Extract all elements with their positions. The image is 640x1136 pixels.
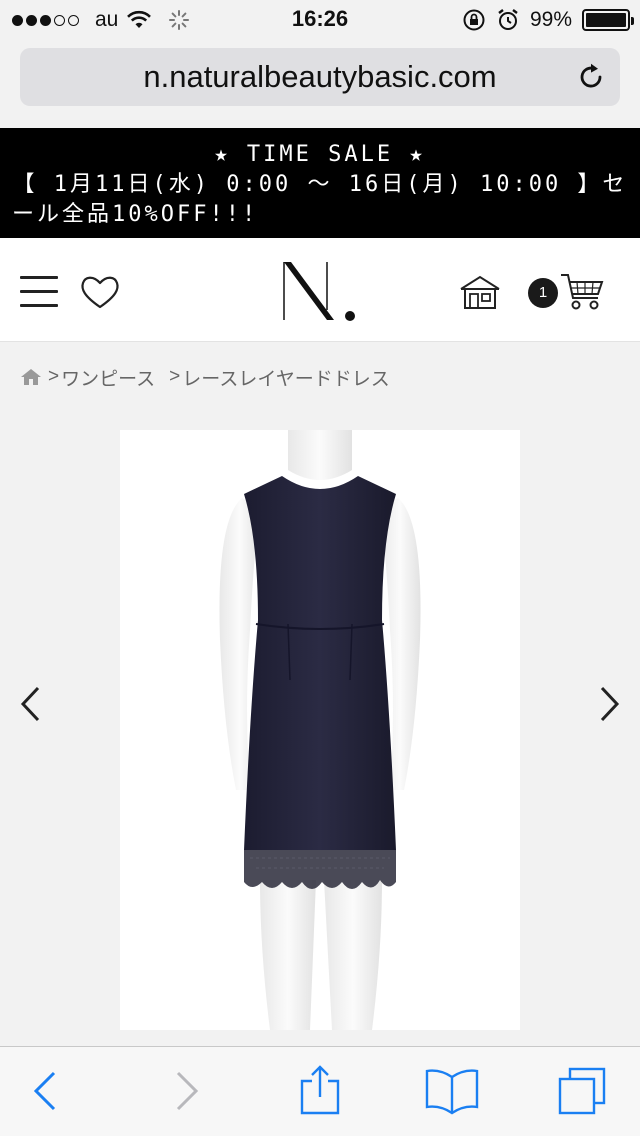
dress-on-mannequin-image (219, 430, 421, 1030)
forward-icon[interactable] (172, 1065, 202, 1117)
banner-dates: 【 1月11日(水) 0:00 〜 16日(月) 10:00 】セ (12, 172, 628, 197)
reload-icon[interactable] (576, 62, 606, 92)
battery-fill (586, 13, 626, 27)
hamburger-line (20, 276, 58, 279)
home-icon[interactable] (20, 367, 42, 387)
cart-count-badge[interactable]: 1 (528, 278, 558, 308)
banner-title: ★ TIME SALE ★ (214, 142, 426, 167)
cart-icon[interactable] (560, 272, 604, 312)
breadcrumb-item[interactable]: レースレイヤードドレス (182, 364, 389, 391)
brand-logo[interactable] (280, 260, 364, 326)
back-icon[interactable] (30, 1065, 60, 1117)
breadcrumb-item[interactable]: ワンピース (61, 364, 155, 391)
hamburger-line (20, 290, 58, 293)
banner-offer: ール全品10%OFF!!! (12, 202, 259, 227)
rotation-lock-icon (463, 9, 485, 31)
product-image[interactable] (120, 430, 520, 1030)
alarm-icon (498, 9, 518, 30)
hamburger-line (20, 304, 58, 307)
sale-banner[interactable]: ★ TIME SALE ★ 【 1月11日(水) 0:00 〜 16日(月) 1… (0, 128, 640, 238)
tabs-icon[interactable] (556, 1065, 608, 1117)
battery-icon (582, 9, 634, 31)
status-bar: au 16:26 99% (0, 0, 640, 40)
hamburger-icon[interactable] (20, 276, 58, 308)
share-icon[interactable] (298, 1065, 342, 1117)
book-icon[interactable] (424, 1065, 480, 1117)
breadcrumb: > ワンピース > レースレイヤードドレス (20, 362, 390, 392)
carousel-next-icon[interactable] (598, 684, 622, 724)
breadcrumb-separator: > (48, 366, 60, 387)
home-icon[interactable] (458, 274, 502, 310)
breadcrumb-separator: > (169, 366, 181, 387)
heart-icon[interactable] (80, 274, 120, 310)
status-right: 99% (462, 7, 634, 33)
site-header: 1 (0, 238, 640, 342)
carousel-prev-icon[interactable] (18, 684, 42, 724)
address-bar[interactable]: n.naturalbeautybasic.com (20, 48, 620, 106)
browser-toolbar (0, 1046, 640, 1136)
url-text[interactable]: n.naturalbeautybasic.com (20, 48, 620, 106)
battery-percent: 99% (529, 8, 572, 31)
